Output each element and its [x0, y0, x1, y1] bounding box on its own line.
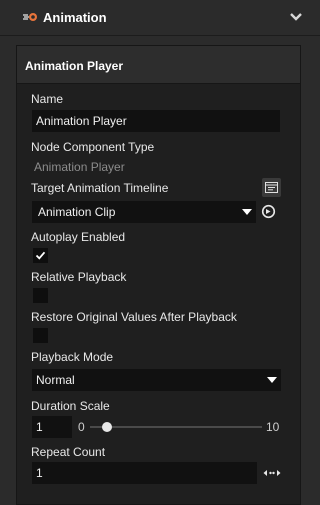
- duration-scale-max: 10: [266, 420, 280, 434]
- duration-scale-slider[interactable]: [90, 426, 262, 428]
- timeline-editor-button[interactable]: [262, 178, 281, 197]
- relative-playback-checkbox[interactable]: [33, 288, 48, 303]
- panel-header: Animation Player: [17, 46, 300, 84]
- dropdown-arrow-icon: [267, 377, 277, 383]
- go-to-arrow-icon[interactable]: [261, 204, 276, 219]
- repeat-count-input[interactable]: 1: [32, 462, 257, 484]
- infinite-repeat-icon[interactable]: [263, 468, 281, 478]
- section-title: Animation: [43, 10, 107, 25]
- chevron-down-icon[interactable]: [289, 10, 303, 24]
- target-timeline-dropdown[interactable]: Animation Clip: [32, 201, 256, 223]
- node-component-type-label: Node Component Type: [31, 140, 155, 154]
- duration-scale-label: Duration Scale: [31, 399, 110, 413]
- repeat-count-label: Repeat Count: [31, 445, 106, 459]
- target-timeline-value: Animation Clip: [38, 205, 116, 219]
- duration-scale-input[interactable]: 1: [32, 416, 72, 438]
- timeline-editor-icon: [265, 182, 278, 193]
- restore-values-label: Restore Original Values After Playback: [31, 310, 237, 324]
- name-input[interactable]: Animation Player: [32, 110, 280, 132]
- autoplay-checkbox[interactable]: [33, 248, 48, 263]
- animation-component-icon: [23, 13, 37, 21]
- name-label: Name: [31, 92, 64, 106]
- playback-mode-label: Playback Mode: [31, 350, 114, 364]
- node-component-type-value: Animation Player: [34, 160, 125, 174]
- autoplay-label: Autoplay Enabled: [31, 230, 126, 244]
- playback-mode-dropdown[interactable]: Normal: [32, 369, 281, 391]
- restore-values-checkbox[interactable]: [33, 328, 48, 343]
- panel-title: Animation Player: [25, 59, 124, 73]
- relative-playback-label: Relative Playback: [31, 270, 127, 284]
- duration-scale-min: 0: [78, 420, 85, 434]
- dropdown-arrow-icon: [242, 209, 252, 215]
- checkmark-icon: [35, 251, 46, 260]
- target-timeline-label: Target Animation Timeline: [31, 181, 169, 195]
- section-header[interactable]: Animation: [0, 0, 320, 36]
- playback-mode-value: Normal: [36, 373, 75, 387]
